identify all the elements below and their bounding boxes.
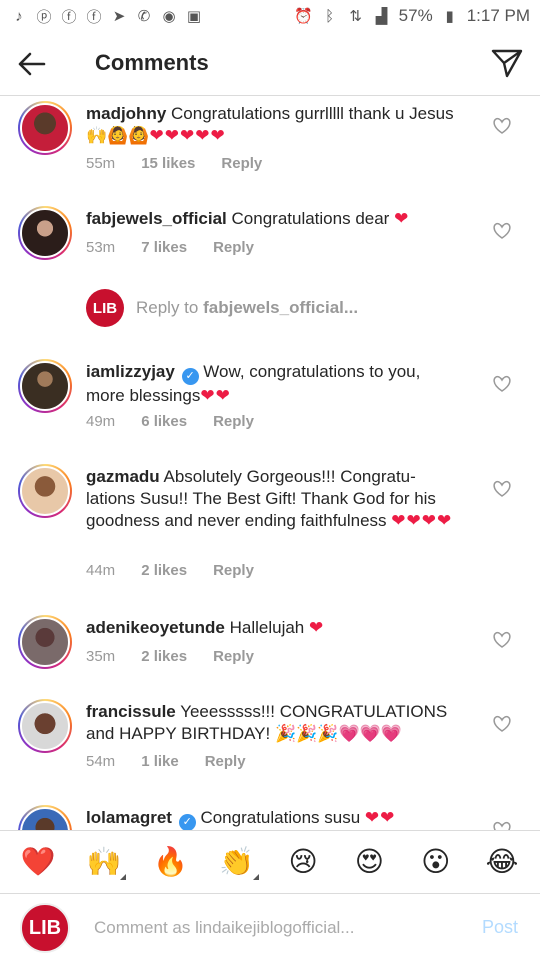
messenger-icon: ◉ xyxy=(162,8,176,25)
raised-hands-emoji-button[interactable]: 🙌 xyxy=(84,842,127,882)
reply-to-target[interactable]: fabjewels_official... xyxy=(203,298,358,317)
crying-emoji-button[interactable]: 😢 xyxy=(283,842,323,882)
comment-likes[interactable]: 2 likes xyxy=(141,648,187,665)
comment-time: 44m xyxy=(86,562,116,579)
comment-hearts: ❤❤ xyxy=(200,386,231,405)
whatsapp-icon: ✆ xyxy=(137,8,151,25)
alarm-icon: ⏰ xyxy=(294,8,313,25)
comment-username[interactable]: adenikeoyetunde xyxy=(86,618,225,637)
comment-hearts: ❤❤❤❤❤ xyxy=(149,126,226,145)
clock: 1:17 PM xyxy=(466,6,530,25)
battery-percent: 57% xyxy=(398,6,433,25)
comment-username[interactable]: francissule xyxy=(86,702,176,721)
raised-hands-emoji: 🙌 xyxy=(86,846,122,877)
heart-eyes-emoji-button[interactable]: 😍 xyxy=(349,842,389,882)
post-button[interactable]: Post xyxy=(482,917,518,938)
laughing-emoji-button[interactable]: 😂 xyxy=(482,842,522,882)
comment-meta: 55m 15 likes Reply xyxy=(86,155,262,172)
like-heart-icon[interactable] xyxy=(492,480,512,498)
like-heart-icon[interactable] xyxy=(492,631,512,649)
comment-time: 49m xyxy=(86,413,116,430)
gallery-icon: ▣ xyxy=(186,8,202,25)
comment-composer: LIB Post xyxy=(0,895,540,960)
comment-likes[interactable]: 15 likes xyxy=(141,155,195,172)
heart-emoji-button[interactable]: ❤️ xyxy=(18,842,58,882)
comment-likes[interactable]: 2 likes xyxy=(141,562,187,579)
like-heart-icon[interactable] xyxy=(492,222,512,240)
avatar[interactable] xyxy=(18,206,72,260)
comment-time: 53m xyxy=(86,239,116,256)
comment-likes[interactable]: 7 likes xyxy=(141,239,187,256)
like-heart-icon[interactable] xyxy=(492,715,512,733)
my-avatar: LIB xyxy=(20,903,70,953)
battery-icon: ▮ xyxy=(445,8,454,25)
comment-likes[interactable]: 6 likes xyxy=(141,413,187,430)
like-heart-icon[interactable] xyxy=(492,821,512,830)
skin-tone-indicator-icon xyxy=(252,874,259,880)
verified-badge-icon: ✓ xyxy=(178,814,196,830)
network-icon: ⇅ xyxy=(349,8,362,25)
clap-emoji-button[interactable]: 👏 xyxy=(217,842,259,882)
comment-username[interactable]: fabjewels_official xyxy=(86,209,227,228)
comment-username[interactable]: iamlizzyjay xyxy=(86,362,175,381)
comment-text: Congratulations dear xyxy=(231,209,390,228)
reply-button[interactable]: Reply xyxy=(213,648,254,665)
quick-emoji-bar: ❤️ 🙌 🔥 👏 😢 😍 😮 😂 xyxy=(0,830,540,894)
comment-hearts: ❤ xyxy=(394,209,410,228)
comment-hearts: ❤❤❤❤ xyxy=(391,511,453,530)
comment-hearts: ❤❤ xyxy=(364,808,396,827)
comment-hearts: ❤ xyxy=(309,618,325,637)
comment-username[interactable]: lolamagret xyxy=(86,808,172,827)
avatar[interactable] xyxy=(18,805,72,830)
comment-text: Hallelujah xyxy=(229,618,305,637)
back-arrow-icon[interactable] xyxy=(14,46,50,82)
tiktok-icon: ♪ xyxy=(15,7,23,25)
avatar[interactable] xyxy=(18,615,72,669)
telegram-icon: ➤ xyxy=(112,8,126,25)
comment-text: Congratulations susu xyxy=(200,808,361,827)
avatar[interactable] xyxy=(18,359,72,413)
comment-meta: 49m 6 likes Reply xyxy=(86,413,254,430)
avatar[interactable] xyxy=(18,699,72,753)
pinterest-icon: ⓟ xyxy=(36,8,52,26)
signal-icon: ▟ xyxy=(375,8,388,25)
comment-meta: 54m 1 like Reply xyxy=(86,753,246,770)
comment-username[interactable]: gazmadu xyxy=(86,467,160,486)
facebook-icon: ⓕ xyxy=(86,8,102,26)
surprised-emoji-button[interactable]: 😮 xyxy=(416,842,456,882)
comments-header: Comments xyxy=(0,32,540,96)
reply-button[interactable]: Reply xyxy=(221,155,262,172)
reply-to-prefix: Reply to xyxy=(136,298,204,317)
comment-likes[interactable]: 1 like xyxy=(141,753,179,770)
reply-button[interactable]: Reply xyxy=(213,413,254,430)
fire-emoji-button[interactable]: 🔥 xyxy=(151,842,191,882)
lib-avatar: LIB xyxy=(86,289,124,327)
facebook-icon: ⓕ xyxy=(61,8,77,26)
comment-meta: 35m 2 likes Reply xyxy=(86,648,254,665)
skin-tone-indicator-icon xyxy=(120,874,127,880)
like-heart-icon[interactable] xyxy=(492,117,512,135)
status-bar: ♪ ⓟ ⓕ ⓕ ➤ ✆ ◉ ▣ ⏰ ᛒ ⇅ ▟ 57% ▮ 1:17 PM xyxy=(0,0,540,32)
comment-time: 55m xyxy=(86,155,116,172)
comment-time: 35m xyxy=(86,648,116,665)
avatar[interactable] xyxy=(18,101,72,155)
reply-button[interactable]: Reply xyxy=(213,562,254,579)
verified-badge-icon: ✓ xyxy=(181,368,199,385)
comment-username[interactable]: madjohny xyxy=(86,104,166,123)
page-title: Comments xyxy=(95,50,209,75)
reply-to-row[interactable]: LIB Reply to fabjewels_official... xyxy=(86,289,358,327)
bluetooth-icon: ᛒ xyxy=(325,7,335,25)
avatar[interactable] xyxy=(18,464,72,518)
comment-meta: 53m 7 likes Reply xyxy=(86,239,254,256)
direct-send-icon[interactable] xyxy=(490,46,524,80)
reply-button[interactable]: Reply xyxy=(213,239,254,256)
comment-time: 54m xyxy=(86,753,116,770)
comment-meta: 44m 2 likes Reply xyxy=(86,562,254,579)
reply-button[interactable]: Reply xyxy=(205,753,246,770)
comment-input[interactable] xyxy=(94,915,434,941)
like-heart-icon[interactable] xyxy=(492,375,512,393)
comments-list[interactable]: madjohny Congratulations gurrlllll thank… xyxy=(0,97,540,830)
clap-emoji: 👏 xyxy=(219,846,255,877)
